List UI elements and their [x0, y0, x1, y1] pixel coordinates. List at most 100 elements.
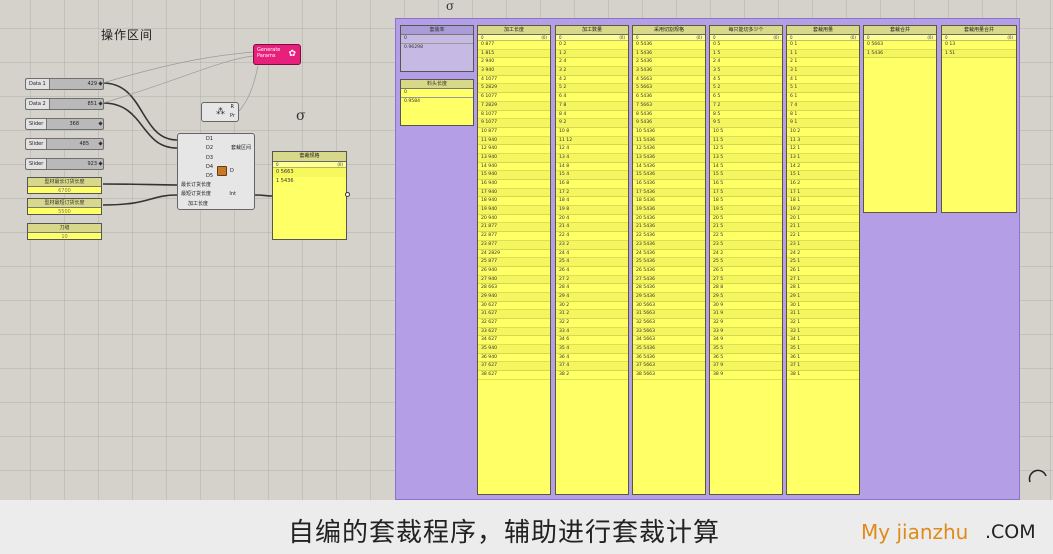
column-row: 36 4: [556, 354, 628, 363]
number-slider-data2[interactable]: Data 2 851: [25, 98, 104, 110]
column-row: 2 4: [556, 58, 628, 68]
small-script-node[interactable]: ⁂ R Pr: [201, 102, 239, 122]
column-row: 17 5436: [633, 188, 705, 198]
column-row: 32 1: [787, 319, 859, 328]
input-d3: D3: [206, 154, 214, 161]
column-row: 26 940: [478, 267, 550, 276]
column-rows: 0 5436 1 5436 2 5436 3 5436 4 5663 5 5663 6 54…: [633, 41, 705, 380]
column-row: 36 940: [478, 354, 550, 363]
slider-knob[interactable]: [98, 101, 103, 106]
column-row: 0 1: [787, 41, 859, 50]
column-row: 14 940: [478, 163, 550, 172]
column-row: 3 940: [478, 67, 550, 76]
column-row: 27 1: [787, 275, 859, 285]
column-row: 1 51: [942, 49, 1016, 59]
column-row: 22 5436: [633, 232, 705, 241]
column-row: 17 940: [478, 188, 550, 198]
number-slider-data1[interactable]: Data 1 429: [25, 78, 104, 90]
column-rows: 0 21 22 43 24 25 26 47 88 49 2 10 8 11 12 1…: [556, 41, 628, 380]
panel-index: 0: [276, 162, 279, 167]
column-row: 30 627: [478, 302, 550, 311]
slider-value: 851: [87, 101, 97, 107]
column-row: 0 877: [478, 41, 550, 50]
column-row: 31 9: [710, 310, 782, 319]
right-panel-offcut[interactable]: 料头长度 0 0.9584: [400, 79, 474, 126]
column-title: 套裁用量: [787, 26, 859, 35]
column-index: 0: [636, 35, 639, 40]
slider-value: 368: [69, 121, 79, 127]
node-icon: ⁂: [216, 107, 225, 117]
input-d2: D2: [206, 145, 214, 152]
column-row: 19 940: [478, 206, 550, 215]
column-row: 5 1: [787, 84, 859, 94]
column-row: 29 940: [478, 292, 550, 302]
column-row: 10 5436: [633, 128, 705, 137]
column-row: 22 5: [710, 232, 782, 241]
column-row: 7 2829: [478, 101, 550, 111]
column-row: 26 5: [710, 267, 782, 276]
column-bar-usage[interactable]: 套裁用量 0 (0) 0 11 12 13 14 15 16 17 48 19 1…: [786, 25, 860, 495]
number-slider-4[interactable]: Slider 485: [25, 138, 104, 150]
slider-knob[interactable]: [98, 141, 103, 146]
number-slider-3[interactable]: Slider 368: [25, 118, 104, 130]
column-index: 0: [559, 35, 562, 40]
panel-value: 6700: [58, 188, 71, 194]
column-title: 采用切割规格: [633, 26, 705, 35]
column-count: (0): [541, 35, 547, 40]
column-row: 12 1: [787, 145, 859, 154]
param-panel-max-length[interactable]: 型材最长订货长度 6700: [27, 177, 102, 194]
column-row: 9 1: [787, 119, 859, 128]
column-row: 5 5663: [633, 84, 705, 94]
column-row: 0 5: [710, 41, 782, 50]
column-row: 34 5663: [633, 336, 705, 346]
number-slider-5[interactable]: Slider 923: [25, 158, 104, 170]
column-process-qty[interactable]: 加工数量 0 (0) 0 21 22 43 24 25 26 47 88 49 2…: [555, 25, 629, 495]
param-panel-min-length[interactable]: 型材最短订货长度 5500: [27, 198, 102, 215]
panel-value: 10: [61, 234, 68, 240]
cutting-script-component[interactable]: D1 D2 D3 D4 D5 最长订货长度 最短订货长度 加工长度 套裁区间 D…: [177, 133, 255, 210]
column-row: 4 1: [787, 76, 859, 85]
column-row: 0 13: [942, 41, 1016, 50]
panel-row: 0.9584: [404, 99, 421, 104]
column-row: 30 1: [787, 302, 859, 311]
column-process-length[interactable]: 加工长度 0 (0) 0 877 1 815 2 940 3 940 4 1077 5 28…: [477, 25, 551, 495]
column-row: 20 1: [787, 215, 859, 224]
column-row: 34 9: [710, 336, 782, 346]
column-pieces-per-bar[interactable]: 每只能切多少个 0 (0) 0 51 52 43 54 55 26 57 28 5…: [709, 25, 783, 495]
column-merged-spec[interactable]: 套裁合并 0 (0) 0 5663 1 5436: [863, 25, 937, 213]
slider-knob[interactable]: [98, 121, 103, 126]
column-row: 34 1: [787, 336, 859, 346]
node-output-pr: Pr: [230, 113, 235, 119]
slider-knob[interactable]: [98, 161, 103, 166]
column-title: 每只能切多少个: [710, 26, 782, 35]
column-row: 2 5436: [633, 58, 705, 68]
column-row: 35 5: [710, 345, 782, 354]
column-row: 5 2: [710, 84, 782, 94]
column-row: 21 1: [787, 223, 859, 233]
column-row: 8 4: [556, 111, 628, 120]
column-row: 29 5436: [633, 292, 705, 302]
slider-value: 485: [79, 141, 89, 147]
output-panel-spec[interactable]: 套裁规格 0 (0) 0 5663 1 5436: [272, 151, 347, 240]
column-row: 22 4: [556, 232, 628, 241]
right-panel-rate[interactable]: 套装率 0 0.96298: [400, 25, 474, 72]
column-row: 16 5436: [633, 180, 705, 189]
param-panel-kerf[interactable]: 刀缝 10: [27, 223, 102, 240]
column-row: 18 4: [556, 197, 628, 207]
generate-params-node[interactable]: Generate Params ✿: [253, 44, 301, 65]
column-row: 0 5436: [633, 41, 705, 50]
column-row: 15 5436: [633, 171, 705, 180]
column-title: 套裁用量合并: [942, 26, 1016, 35]
gear-icon: ✿: [288, 49, 296, 59]
column-row: 14 2: [787, 163, 859, 172]
output-port[interactable]: [345, 192, 350, 197]
column-row: 37 627: [478, 362, 550, 372]
column-row: 33 4: [556, 327, 628, 337]
column-merged-usage[interactable]: 套裁用量合并 0 (0) 0 13 1 51: [941, 25, 1017, 213]
column-row: 10 2: [787, 128, 859, 137]
wire: [102, 194, 178, 206]
column-row: 36 5436: [633, 354, 705, 363]
column-row: 4 2: [556, 76, 628, 85]
slider-knob[interactable]: [98, 81, 103, 86]
column-cut-spec[interactable]: 采用切割规格 0 (0) 0 5436 1 5436 2 5436 3 5436 4 56…: [632, 25, 706, 495]
